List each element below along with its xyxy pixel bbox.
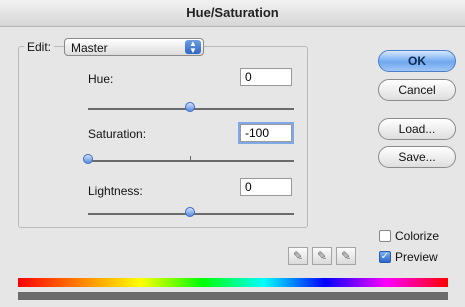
- edit-label: Edit:: [24, 40, 55, 54]
- cancel-button[interactable]: Cancel: [378, 79, 456, 101]
- lightness-slider-thumb[interactable]: [185, 207, 195, 217]
- eyedropper-icon[interactable]: ✎: [288, 247, 308, 265]
- saturation-center-tick: [190, 156, 191, 161]
- saturation-input[interactable]: [240, 124, 292, 142]
- ok-button[interactable]: OK: [378, 50, 456, 72]
- colorize-label[interactable]: Colorize: [395, 229, 439, 243]
- saturation-label: Saturation:: [88, 127, 147, 141]
- saturation-slider-thumb[interactable]: [83, 154, 93, 164]
- colorize-checkbox[interactable]: [379, 230, 391, 242]
- hue-slider-thumb[interactable]: [185, 102, 195, 112]
- output-spectrum-bar: [18, 292, 448, 300]
- edit-select-value: Master: [71, 41, 108, 55]
- preview-label[interactable]: Preview: [395, 250, 438, 264]
- preview-checkbox[interactable]: ✓: [379, 251, 391, 263]
- eyedropper-minus-icon[interactable]: ✎: [336, 247, 356, 265]
- select-stepper-icon: ▲ ▼: [185, 40, 201, 55]
- save-button[interactable]: Save...: [378, 146, 456, 168]
- hue-input[interactable]: [240, 68, 292, 86]
- lightness-label: Lightness:: [88, 184, 143, 198]
- hue-label: Hue:: [88, 72, 114, 86]
- saturation-slider-track[interactable]: [88, 160, 294, 162]
- lightness-input[interactable]: [240, 178, 292, 196]
- edit-select[interactable]: Master ▲ ▼: [64, 38, 204, 56]
- window-title: Hue/Saturation: [0, 0, 465, 27]
- input-spectrum-bar: [18, 278, 448, 287]
- load-button[interactable]: Load...: [378, 118, 456, 140]
- eyedropper-plus-icon[interactable]: ✎: [312, 247, 332, 265]
